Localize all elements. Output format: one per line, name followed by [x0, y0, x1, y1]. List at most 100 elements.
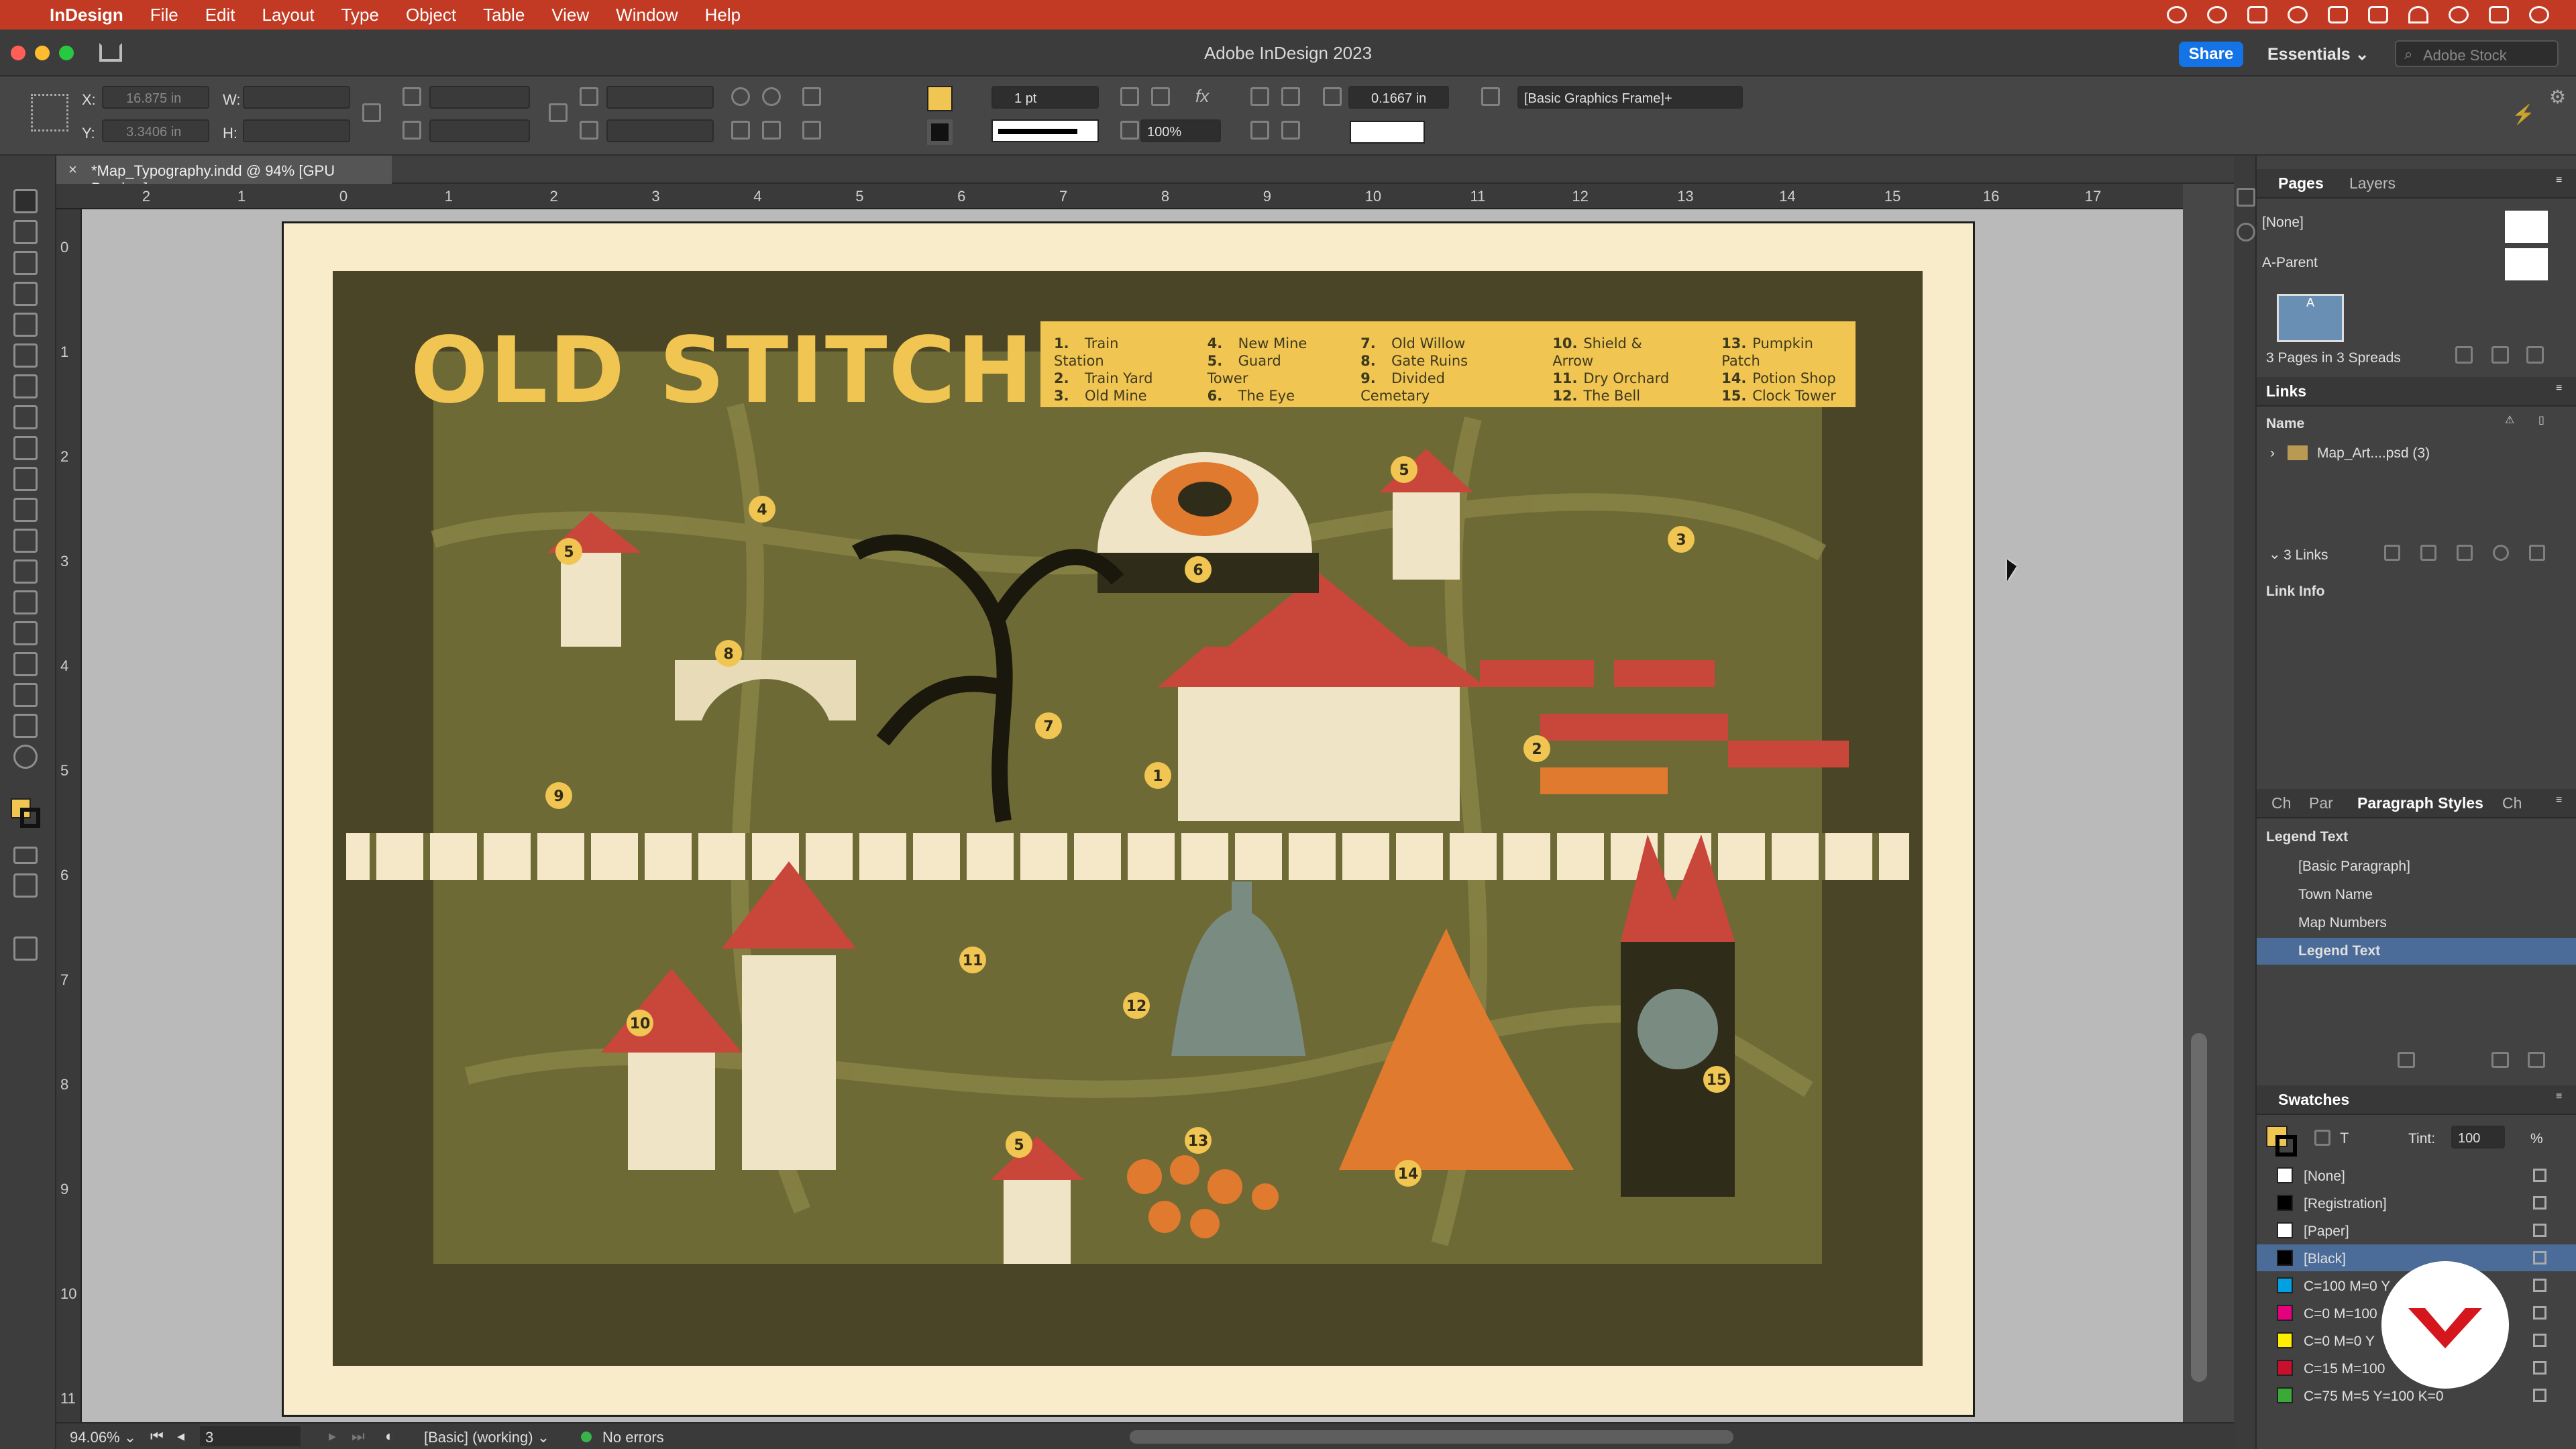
zoom-tool-icon[interactable]	[13, 745, 38, 769]
creative-cloud-icon[interactable]	[2167, 6, 2187, 23]
paragraph-style-item[interactable]: [Basic Paragraph]	[2257, 853, 2576, 880]
rotate-icon[interactable]	[580, 87, 598, 106]
formatting-affects-container-icon[interactable]	[13, 847, 38, 864]
swatch-item[interactable]: [None]	[2257, 1162, 2576, 1189]
gap-tool-icon[interactable]	[13, 282, 38, 306]
select-container-icon[interactable]	[802, 87, 821, 106]
vertical-scroll-thumb[interactable]	[2191, 1033, 2207, 1382]
menu-help[interactable]: Help	[705, 5, 741, 25]
links-name-header[interactable]: Name	[2266, 416, 2576, 432]
text-wrap-around-icon[interactable]	[1281, 87, 1300, 106]
menu-table[interactable]: Table	[483, 5, 525, 25]
swatch-item[interactable]: [Registration]	[2257, 1189, 2576, 1216]
rotate-ccw-icon[interactable]	[762, 87, 781, 106]
new-style-group-icon[interactable]	[2398, 1052, 2415, 1068]
stroke-swatch-indicator[interactable]	[2275, 1135, 2297, 1157]
screen-mode-icon[interactable]	[13, 936, 38, 961]
y-field[interactable]: 3.3406 in	[102, 119, 209, 142]
paragraph-style-item[interactable]: Town Name	[2257, 881, 2576, 908]
swatch-item[interactable]: [Paper]	[2257, 1217, 2576, 1244]
tint-field[interactable]: 100	[2451, 1126, 2505, 1148]
cc-libraries-icon[interactable]	[2237, 223, 2255, 241]
free-transform-tool-icon[interactable]	[13, 559, 38, 584]
menu-edit[interactable]: Edit	[205, 5, 235, 25]
rotate-field[interactable]	[606, 86, 714, 109]
zoom-dropdown[interactable]: 94.06% ⌄	[70, 1429, 136, 1446]
pencil-tool-icon[interactable]	[13, 436, 38, 460]
panel-menu-icon[interactable]: ≡	[2556, 174, 2562, 186]
stroke-weight-field[interactable]: 1 pt	[991, 86, 1099, 109]
adobe-stock-search[interactable]: ⌕ Adobe Stock	[2395, 40, 2559, 67]
selection-tool-icon[interactable]	[13, 189, 38, 213]
stroke-color-icon[interactable]	[20, 808, 40, 828]
type-tool-icon[interactable]	[13, 343, 38, 368]
apply-color-icon[interactable]	[13, 873, 38, 898]
text-wrap-icon[interactable]	[1250, 87, 1269, 106]
w-field[interactable]	[243, 86, 350, 109]
line-tool-icon[interactable]	[13, 374, 38, 398]
relink-icon[interactable]	[2420, 545, 2436, 561]
scale-x-field[interactable]	[429, 86, 530, 109]
object-style-dropdown[interactable]: [Basic Graphics Frame]+	[1517, 86, 1743, 109]
tab-character-styles[interactable]: Ch	[2502, 794, 2522, 812]
pen-tool-icon[interactable]	[13, 405, 38, 429]
scale-y-field[interactable]	[429, 119, 530, 142]
scale-y-icon[interactable]	[402, 121, 421, 140]
rectangle-frame-tool-icon[interactable]	[13, 467, 38, 491]
preflight-errors[interactable]: No errors	[602, 1429, 664, 1446]
menu-file[interactable]: File	[150, 5, 178, 25]
direct-selection-tool-icon[interactable]	[13, 220, 38, 244]
page-none-row[interactable]: [None]	[2257, 211, 2576, 244]
content-fit-icon[interactable]	[1281, 121, 1300, 140]
offset-field[interactable]: 0.1667 in	[1348, 86, 1449, 109]
flip-horizontal-icon[interactable]	[731, 121, 750, 140]
page-thumbnail[interactable]: A	[2277, 294, 2344, 342]
paragraph-style-item[interactable]: Map Numbers	[2257, 910, 2576, 936]
next-page-icon[interactable]: ▸	[329, 1428, 336, 1445]
gradient-feather-tool-icon[interactable]	[13, 621, 38, 645]
trash-icon[interactable]	[2526, 346, 2544, 364]
menu-object[interactable]: Object	[406, 5, 456, 25]
note-tool-icon[interactable]	[13, 652, 38, 676]
scissors-tool-icon[interactable]	[13, 529, 38, 553]
link-row[interactable]: › Map_Art....psd (3)	[2257, 443, 2576, 466]
rectangle-tool-icon[interactable]	[13, 498, 38, 522]
link-info-label[interactable]: Link Info	[2266, 584, 2576, 600]
home-icon[interactable]	[2328, 6, 2348, 23]
record-icon[interactable]	[2207, 6, 2227, 23]
fitting-frame-icon[interactable]	[1120, 87, 1139, 106]
select-content-icon[interactable]	[802, 121, 821, 140]
menu-layout[interactable]: Layout	[262, 5, 315, 25]
constrain-proportions-icon[interactable]	[362, 103, 381, 122]
object-style-icon[interactable]	[1481, 87, 1500, 106]
fx-icon[interactable]: fx	[1195, 86, 1209, 107]
first-page-icon[interactable]: ⏮	[150, 1428, 164, 1445]
new-style-icon[interactable]	[2491, 1052, 2509, 1068]
corner-options-icon[interactable]	[1151, 87, 1170, 106]
trash-icon[interactable]	[2528, 1052, 2545, 1068]
opacity-field[interactable]: 100%	[1140, 119, 1221, 142]
shear-field[interactable]	[606, 119, 714, 142]
keyboard-layout-icon[interactable]	[2368, 6, 2388, 23]
properties-icon[interactable]	[2237, 188, 2255, 207]
spotlight-icon[interactable]	[2449, 6, 2469, 23]
tab-character[interactable]: Ch	[2271, 794, 2291, 812]
menu-type[interactable]: Type	[341, 5, 379, 25]
scale-x-icon[interactable]	[402, 87, 421, 106]
rotate-cw-icon[interactable]	[731, 87, 750, 106]
control-center-icon[interactable]	[2489, 6, 2509, 23]
edit-original-icon[interactable]	[2529, 545, 2545, 561]
close-tab-icon[interactable]: ×	[68, 161, 77, 178]
h-field[interactable]	[243, 119, 350, 142]
fill-swatch[interactable]	[927, 86, 953, 111]
document-tab[interactable]: × *Map_Typography.indd @ 94% [GPU Previe…	[56, 156, 392, 197]
menu-view[interactable]: View	[551, 5, 589, 25]
quick-apply-icon[interactable]: ⚡	[2512, 103, 2535, 125]
page-number-field[interactable]: 3	[200, 1426, 301, 1446]
paragraph-style-item[interactable]: Legend Text	[2257, 938, 2576, 965]
preflight-icon[interactable]: ◐	[385, 1428, 394, 1445]
link-scale-icon[interactable]	[549, 103, 568, 122]
horizontal-scroll-thumb[interactable]	[1130, 1430, 1733, 1444]
tab-paragraph[interactable]: Par	[2309, 794, 2333, 812]
gradient-swatch-tool-icon[interactable]	[13, 590, 38, 614]
